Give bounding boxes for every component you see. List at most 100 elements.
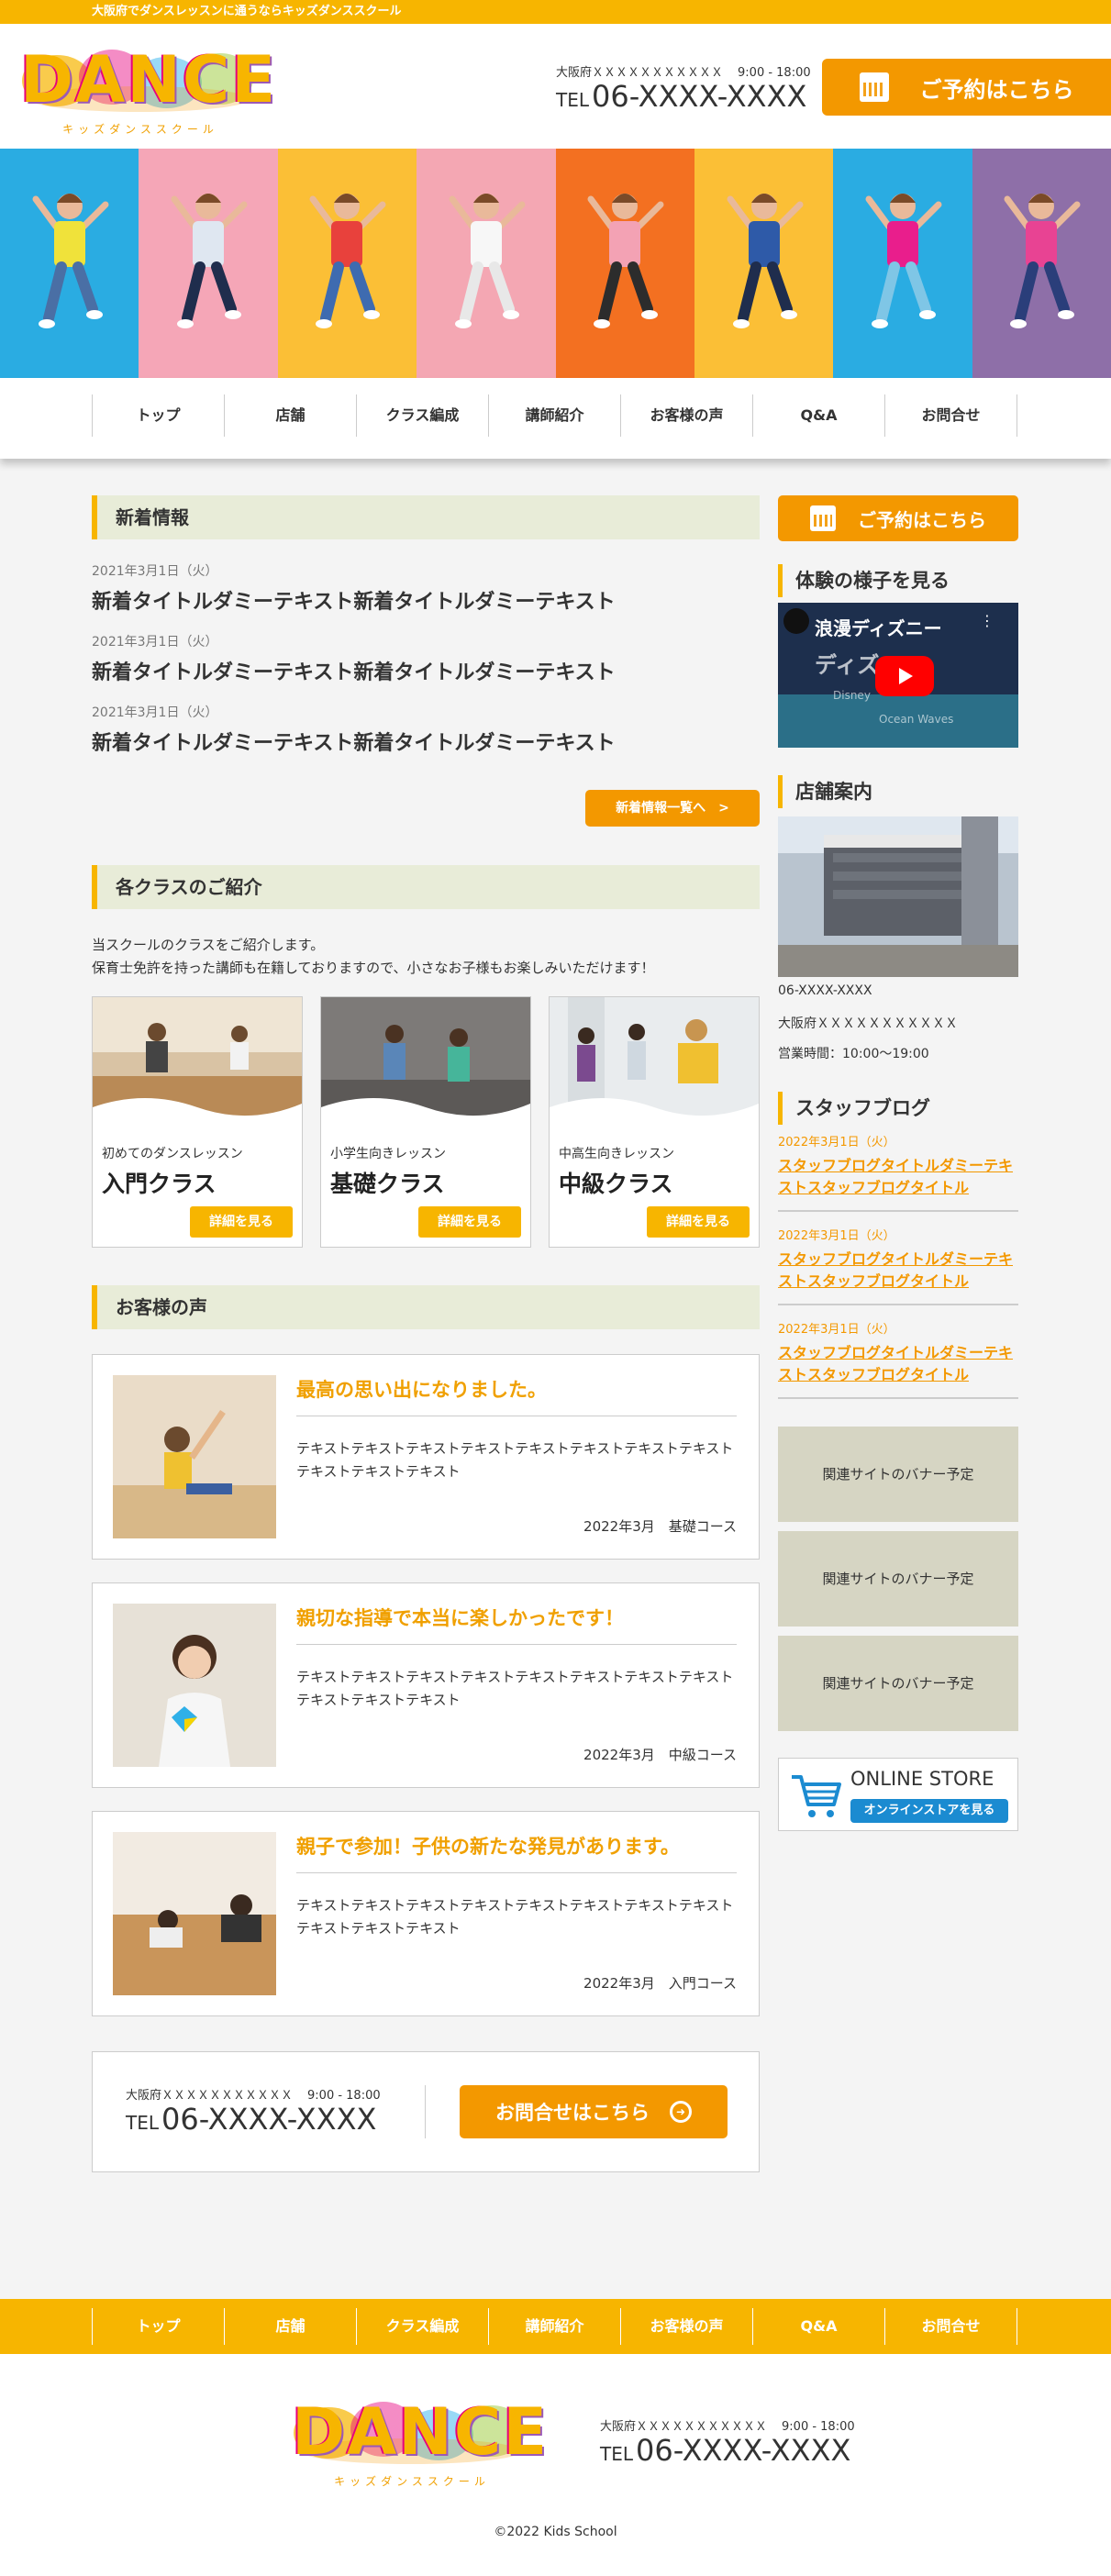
contact-button[interactable]: お問合せはこちら ➜ <box>460 2085 728 2138</box>
blog-title[interactable]: スタッフブログタイトルダミーテキストスタッフブログタイトル <box>778 1342 1018 1386</box>
topbar: 大阪府でダンスレッスンに通うならキッズダンススクール <box>0 0 1111 24</box>
header-tel-number: 06-XXXX-XXXX <box>592 79 807 114</box>
classes-intro-line2: 保育士免許を持った講師も在籍しておりますので、小さなお子様もお楽しみいただけます… <box>92 960 655 976</box>
header-address-line: 大阪府ＸＸＸＸＸＸＸＸＸＸＸ 9:00 - 18:00 <box>556 62 811 80</box>
online-store-banner[interactable]: ONLINE STORE オンラインストアを見る <box>778 1758 1018 1831</box>
video-overlay-line2: ディズ <box>815 652 880 678</box>
hero-panel <box>972 149 1111 378</box>
related-site-banner[interactable]: 関連サイトのバナー予定 <box>778 1427 1018 1522</box>
footer-nav-item-classes[interactable]: クラス編成 <box>357 2308 489 2345</box>
contact-tel[interactable]: TEL06-XXXX-XXXX <box>126 2103 381 2139</box>
shop-hours: 営業時間：10:00〜19:00 <box>778 1047 929 1061</box>
hero-panel <box>0 149 139 378</box>
contact-tel-prefix: TEL <box>126 2112 159 2134</box>
footer-address-line: 大阪府ＸＸＸＸＸＸＸＸＸＸＸ 9:00 - 18:00 <box>600 2416 855 2434</box>
hero-panel <box>833 149 972 378</box>
class-name: 入門クラス <box>102 1171 217 1197</box>
footer-nav-item-faq[interactable]: Q&A <box>753 2308 885 2345</box>
related-site-banner[interactable]: 関連サイトのバナー予定 <box>778 1636 1018 1731</box>
nav-item-instructors[interactable]: 講師紹介 <box>489 394 621 437</box>
classes-intro: 当スクールのクラスをご紹介します。 保育士免許を持った講師も在籍しておりますので… <box>92 934 655 980</box>
blog-item[interactable]: 2022年3月1日（火） スタッフブログタイトルダミーテキストスタッフブログタイ… <box>778 1319 1018 1399</box>
shop-address: 大阪府ＸＸＸＸＸＸＸＸＸＸＸ <box>778 1016 958 1031</box>
youtube-play-icon[interactable] <box>875 656 934 696</box>
store-title: ONLINE STORE <box>850 1768 994 1790</box>
footer-nav-item-instructors[interactable]: 講師紹介 <box>489 2308 621 2345</box>
news-title: 新着タイトルダミーテキスト新着タイトルダミーテキスト <box>92 591 616 614</box>
header-reserve-button[interactable]: ご予約はこちら <box>822 59 1111 116</box>
footer-nav-item-top[interactable]: トップ <box>93 2308 225 2345</box>
global-nav: トップ 店舗 クラス編成 講師紹介 お客様の声 Q&A お問合せ <box>0 378 1111 459</box>
jumping-kid-figure <box>865 194 942 328</box>
video-menu-icon[interactable]: ⋮ <box>980 614 994 628</box>
voice-title: 親切な指導で本当に楽しかったです！ <box>296 1604 737 1645</box>
voice-photo <box>113 1832 276 1995</box>
class-card-intermediate[interactable]: 中高生向きレッスン 中級クラス 詳細を見る <box>549 996 760 1248</box>
footer-logo[interactable]: DANCE キッズダンススクール <box>292 2396 547 2488</box>
news-title: 新着タイトルダミーテキスト新着タイトルダミーテキスト <box>92 732 616 755</box>
related-site-banner[interactable]: 関連サイトのバナー予定 <box>778 1531 1018 1627</box>
news-more-button[interactable]: 新着情報一覧へ > <box>585 790 760 827</box>
footer-logo-word: DANCE <box>292 2394 550 2470</box>
class-detail-button[interactable]: 詳細を見る <box>190 1206 293 1238</box>
voice-title: 親子で参加！子供の新たな発見があります。 <box>296 1832 737 1873</box>
topbar-text: 大阪府でダンスレッスンに通うならキッズダンススクール <box>92 5 402 18</box>
nav-item-voices[interactable]: お客様の声 <box>621 394 753 437</box>
store-button[interactable]: オンラインストアを見る <box>850 1799 1008 1823</box>
video-overlay-line3: Disney <box>833 689 871 702</box>
hero-panel <box>139 149 278 378</box>
jumping-kid-figure <box>171 194 248 328</box>
classes-intro-line1: 当スクールのクラスをご紹介します。 <box>92 937 325 953</box>
class-card-basic[interactable]: 小学生向きレッスン 基礎クラス 詳細を見る <box>320 996 531 1248</box>
jumping-kid-figure <box>1004 194 1081 328</box>
voice-card: 親子で参加！子供の新たな発見があります。 テキストテキストテキストテキストテキス… <box>92 1811 760 2016</box>
header-tel[interactable]: TEL06-XXXX-XXXX <box>556 80 811 117</box>
nav-item-top[interactable]: トップ <box>93 394 225 437</box>
calendar-icon <box>859 72 889 102</box>
copyright: ©2022 Kids School <box>494 2525 617 2539</box>
voice-card: 親切な指導で本当に楽しかったです！ テキストテキストテキストテキストテキストテキ… <box>92 1582 760 1788</box>
sidebar-reserve-button[interactable]: ご予約はこちら <box>778 495 1018 541</box>
video-section-title: 体験の様子を見る <box>778 564 1018 597</box>
blog-date: 2022年3月1日（火） <box>778 1136 895 1149</box>
footer-tel[interactable]: TEL06-XXXX-XXXX <box>600 2434 855 2471</box>
nav-item-faq[interactable]: Q&A <box>753 394 885 437</box>
header-tel-prefix: TEL <box>556 89 589 111</box>
hero-panel <box>555 149 694 378</box>
blog-item[interactable]: 2022年3月1日（火） スタッフブログタイトルダミーテキストスタッフブログタイ… <box>778 1132 1018 1212</box>
class-detail-button[interactable]: 詳細を見る <box>647 1206 750 1238</box>
news-item[interactable]: 2021年3月1日（火） 新着タイトルダミーテキスト新着タイトルダミーテキスト <box>92 632 760 685</box>
footer-nav-item-voices[interactable]: お客様の声 <box>621 2308 753 2345</box>
hero-banner <box>0 149 1111 378</box>
footer-nav-item-contact[interactable]: お問合せ <box>885 2308 1017 2345</box>
nav-item-contact[interactable]: お問合せ <box>885 394 1017 437</box>
news-date: 2021年3月1日（火） <box>92 635 218 650</box>
footer-nav-item-shop[interactable]: 店舗 <box>225 2308 357 2345</box>
footer-logo-subtitle: キッズダンススクール <box>334 2475 490 2488</box>
header-address: 大阪府ＸＸＸＸＸＸＸＸＸＸＸ <box>556 66 724 80</box>
class-card-beginner[interactable]: 初めてのダンスレッスン 入門クラス 詳細を見る <box>92 996 303 1248</box>
class-detail-button[interactable]: 詳細を見る <box>418 1206 521 1238</box>
shop-photo <box>778 816 1018 977</box>
hero-panel <box>277 149 417 378</box>
hero-panel <box>694 149 834 378</box>
site-logo[interactable]: DANCE キッズダンススクール <box>20 44 275 136</box>
voice-meta: 2022年3月 基礎コース <box>583 1518 737 1535</box>
classes-section-title: 各クラスのご紹介 <box>92 865 760 909</box>
nav-item-classes[interactable]: クラス編成 <box>357 394 489 437</box>
nav-item-shop[interactable]: 店舗 <box>225 394 357 437</box>
class-category: 初めてのダンスレッスン <box>102 1147 243 1161</box>
calendar-icon <box>810 505 836 531</box>
class-category: 中高生向きレッスン <box>559 1147 674 1161</box>
news-item[interactable]: 2021年3月1日（火） 新着タイトルダミーテキスト新着タイトルダミーテキスト <box>92 703 760 756</box>
blog-item[interactable]: 2022年3月1日（火） スタッフブログタイトルダミーテキストスタッフブログタイ… <box>778 1226 1018 1305</box>
video-player[interactable]: 浪漫ディズニー ディズ Disney Ocean Waves ⋮ <box>778 603 1018 748</box>
news-section-title: 新着情報 <box>92 495 760 539</box>
blog-date: 2022年3月1日（火） <box>778 1229 895 1243</box>
blog-title[interactable]: スタッフブログタイトルダミーテキストスタッフブログタイトル <box>778 1249 1018 1293</box>
video-overlay-title: 浪漫ディズニー <box>815 617 942 639</box>
shop-section-title: 店舗案内 <box>778 775 1018 808</box>
blog-title[interactable]: スタッフブログタイトルダミーテキストスタッフブログタイトル <box>778 1155 1018 1199</box>
class-category: 小学生向きレッスン <box>330 1147 446 1161</box>
news-item[interactable]: 2021年3月1日（火） 新着タイトルダミーテキスト新着タイトルダミーテキスト <box>92 561 760 615</box>
